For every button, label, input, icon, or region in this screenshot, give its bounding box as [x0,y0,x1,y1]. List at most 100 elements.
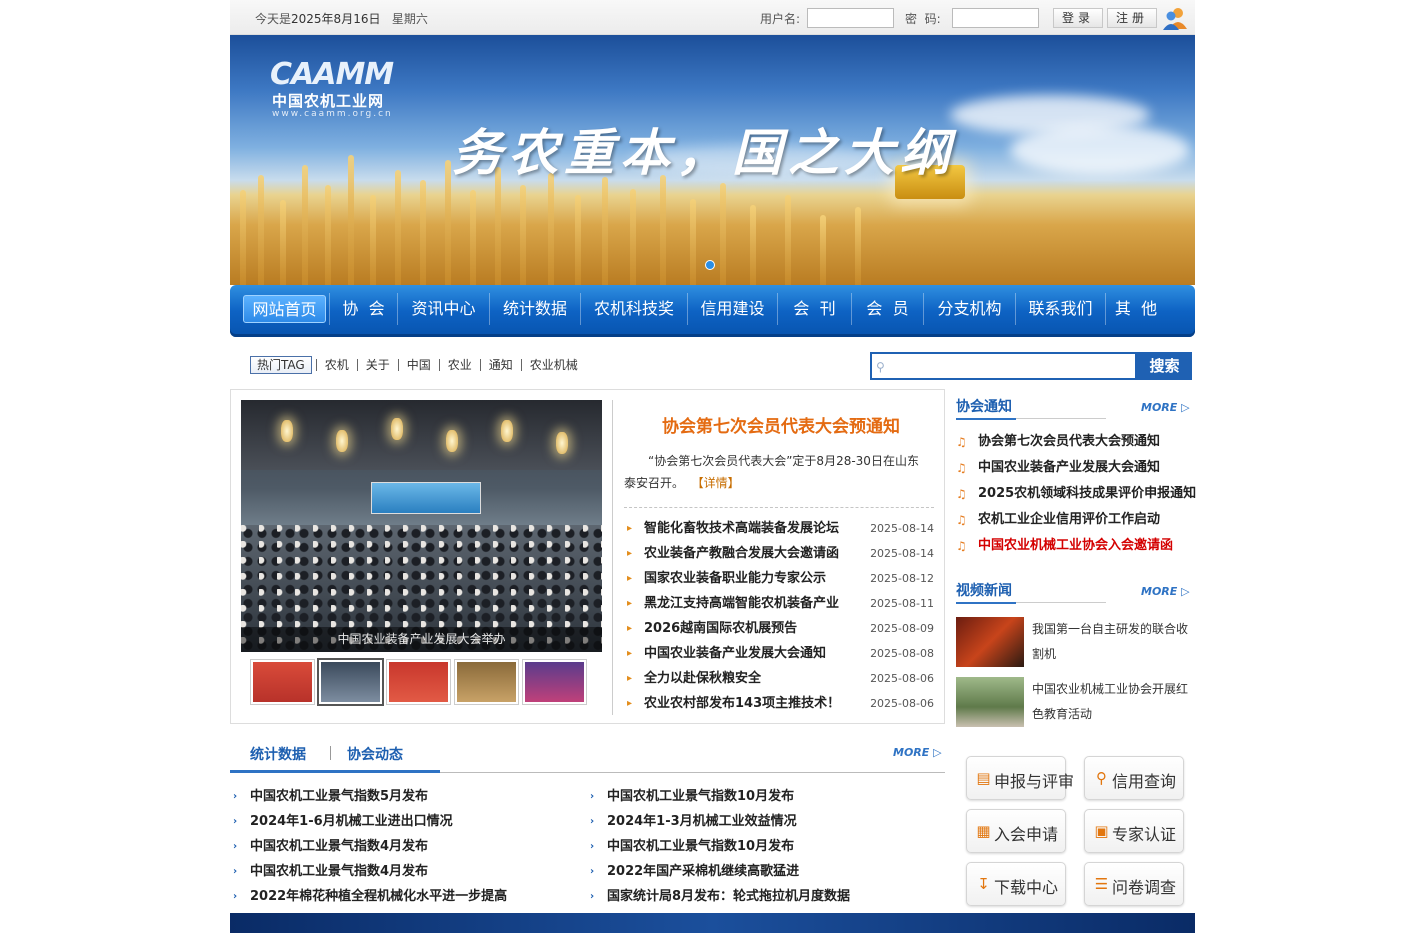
thumbnail[interactable] [454,659,519,705]
video-title[interactable]: 中国农业机械工业协会开展红色教育活动 [1032,677,1194,727]
credit-query-button[interactable]: ⚲ 信用查询 [1084,756,1184,800]
stats-item[interactable]: › 中国农机工业景气指数10月发布 [587,784,942,809]
stats-item[interactable]: › 2022年国产采棉机继续高歌猛进 [587,859,942,884]
news-title[interactable]: 智能化畜牧技术高端装备发展论坛 [644,521,839,536]
service-label: 问卷调查 [1112,878,1177,897]
thumbnail[interactable] [386,659,451,705]
news-item[interactable]: ▸ 国家农业装备职业能力专家公示 2025-08-12 [624,566,934,591]
stats-item[interactable]: › 中国农机工业景气指数10月发布 [587,834,942,859]
news-title[interactable]: 国家农业装备职业能力专家公示 [644,571,826,586]
nav-item[interactable]: 协 会 [330,293,398,325]
nav-item[interactable]: 网站首页 [240,293,330,325]
thumbnail[interactable] [317,658,384,706]
notice-item[interactable]: ♫ 中国农业装备产业发展大会通知 [956,455,1195,481]
news-item[interactable]: ▸ 2026越南国际农机展预告 2025-08-09 [624,616,934,641]
stats-title[interactable]: 国家统计局8月发布：轮式拖拉机月度数据 [607,889,850,904]
video-title[interactable]: 我国第一台自主研发的联合收割机 [1032,617,1194,667]
tag-link[interactable]: 通知 [479,359,521,371]
stats-item[interactable]: › 国家统计局8月发布：轮式拖拉机月度数据 [587,884,942,909]
tab-statistics[interactable]: 统计数据 [250,744,306,764]
notices-more-link[interactable]: MORE ▷ [1141,401,1190,414]
video-thumbnail[interactable] [956,677,1024,727]
notice-item[interactable]: ♫ 2025农机领域科技成果评价申报通知 [956,481,1196,507]
nav-item-label: 信用建设 [700,299,765,318]
stats-item[interactable]: › 中国农机工业景气指数4月发布 [230,834,585,859]
carousel-dot[interactable] [705,260,715,270]
videos-more-link[interactable]: MORE ▷ [1141,585,1190,598]
headline-link[interactable]: 协会第七次会员代表大会预通知 [626,412,936,437]
nav-item[interactable]: 其 他 [1106,293,1166,325]
stats-title[interactable]: 2024年1-3月机械工业效益情况 [607,814,797,829]
feature-photo[interactable]: 中国农业装备产业发展大会举办 [241,400,602,652]
register-button[interactable]: 注册 [1107,8,1157,28]
stats-title[interactable]: 2024年1-6月机械工业进出口情况 [250,814,453,829]
notice-title[interactable]: 中国农业装备产业发展大会通知 [978,460,1160,475]
news-title[interactable]: 2026越南国际农机展预告 [644,621,797,636]
stats-item[interactable]: › 2024年1-3月机械工业效益情况 [587,809,942,834]
search-icon: ⚲ [876,360,885,374]
video-item[interactable]: 我国第一台自主研发的联合收割机 [956,617,1195,677]
news-title[interactable]: 农业装备产教融合发展大会邀请函 [644,546,839,561]
news-title[interactable]: 全力以赴保秋粮安全 [644,671,761,686]
stats-title[interactable]: 中国农机工业景气指数10月发布 [607,839,794,854]
nav-item[interactable]: 会 刊 [778,293,852,325]
stats-item[interactable]: › 2024年1-6月机械工业进出口情况 [230,809,585,834]
password-input[interactable] [952,8,1039,28]
username-input[interactable] [807,8,894,28]
tag-link[interactable]: 关于 [356,359,398,371]
news-item[interactable]: ▸ 智能化畜牧技术高端装备发展论坛 2025-08-14 [624,516,934,541]
stats-title[interactable]: 2022年国产采棉机继续高歌猛进 [607,864,799,879]
news-item[interactable]: ▸ 全力以赴保秋粮安全 2025-08-06 [624,666,934,691]
login-button[interactable]: 登录 [1053,8,1103,28]
tab-association-news[interactable]: 协会动态 [347,744,403,764]
notice-item[interactable]: ♫ 农机工业企业信用评价工作启动 [956,507,1195,533]
notice-item[interactable]: ♫ 中国农业机械工业协会入会邀请函 [956,533,1195,559]
membership-apply-button[interactable]: ▦ 入会申请 [966,809,1066,853]
thumbnail[interactable] [522,659,587,705]
apply-review-button[interactable]: ▤ 申报与评审 [966,756,1074,800]
tabs-more-link[interactable]: MORE ▷ [893,746,942,759]
news-item[interactable]: ▸ 农业装备产教融合发展大会邀请函 2025-08-14 [624,541,934,566]
notice-title[interactable]: 2025农机领域科技成果评价申报通知 [978,486,1196,501]
tag-link[interactable]: 农业机械 [520,359,586,371]
stats-item[interactable]: › 2022年棉花种植全程机械化水平进一步提高 [230,884,585,909]
notice-item[interactable]: ♫ 协会第七次会员代表大会预通知 [956,429,1195,455]
nav-item[interactable]: 会 员 [852,293,924,325]
news-item[interactable]: ▸ 中国农业装备产业发展大会通知 2025-08-08 [624,641,934,666]
search-input[interactable]: ⚲ [870,352,1137,380]
news-item[interactable]: ▸ 农业农村部发布143项主推技术！ 2025-08-06 [624,691,934,716]
news-title[interactable]: 中国农业装备产业发展大会通知 [644,646,826,661]
thumbnail[interactable] [250,659,315,705]
news-title[interactable]: 黑龙江支持高端智能农机装备产业 [644,596,839,611]
stats-title[interactable]: 2022年棉花种植全程机械化水平进一步提高 [250,889,507,904]
tag-link[interactable]: 农业 [438,359,480,371]
notice-title[interactable]: 中国农业机械工业协会入会邀请函 [978,538,1173,553]
expert-cert-button[interactable]: ▣ 专家认证 [1084,809,1184,853]
nav-item[interactable]: 分支机构 [924,293,1016,325]
stats-item[interactable]: › 中国农机工业景气指数5月发布 [230,784,585,809]
stats-title[interactable]: 中国农机工业景气指数5月发布 [250,789,428,804]
stats-title[interactable]: 中国农机工业景气指数4月发布 [250,864,428,879]
survey-button[interactable]: ☰ 问卷调查 [1084,862,1184,906]
stats-title[interactable]: 中国农机工业景气指数10月发布 [607,789,794,804]
news-title[interactable]: 农业农村部发布143项主推技术！ [644,696,840,711]
news-item[interactable]: ▸ 黑龙江支持高端智能农机装备产业 2025-08-11 [624,591,934,616]
download-center-button[interactable]: ↧ 下载中心 [966,862,1066,906]
notice-title[interactable]: 协会第七次会员代表大会预通知 [978,434,1160,449]
details-link[interactable]: 【详情】 [692,476,740,490]
tag-link[interactable]: 中国 [397,359,439,371]
stats-item[interactable]: › 中国农机工业景气指数4月发布 [230,859,585,884]
news-date: 2025-08-11 [870,597,934,610]
video-thumbnail[interactable] [956,617,1024,667]
nav-item[interactable]: 资讯中心 [398,293,490,325]
site-logo[interactable]: CAAMM [270,57,394,92]
tag-link[interactable]: 农机 [315,359,357,371]
nav-item[interactable]: 信用建设 [688,293,778,325]
nav-item[interactable]: 统计数据 [490,293,581,325]
video-item[interactable]: 中国农业机械工业协会开展红色教育活动 [956,677,1195,737]
notice-title[interactable]: 农机工业企业信用评价工作启动 [978,512,1160,527]
nav-item[interactable]: 农机科技奖 [581,293,688,325]
search-button[interactable]: 搜索 [1137,352,1192,380]
stats-title[interactable]: 中国农机工业景气指数4月发布 [250,839,428,854]
nav-item[interactable]: 联系我们 [1016,293,1106,325]
